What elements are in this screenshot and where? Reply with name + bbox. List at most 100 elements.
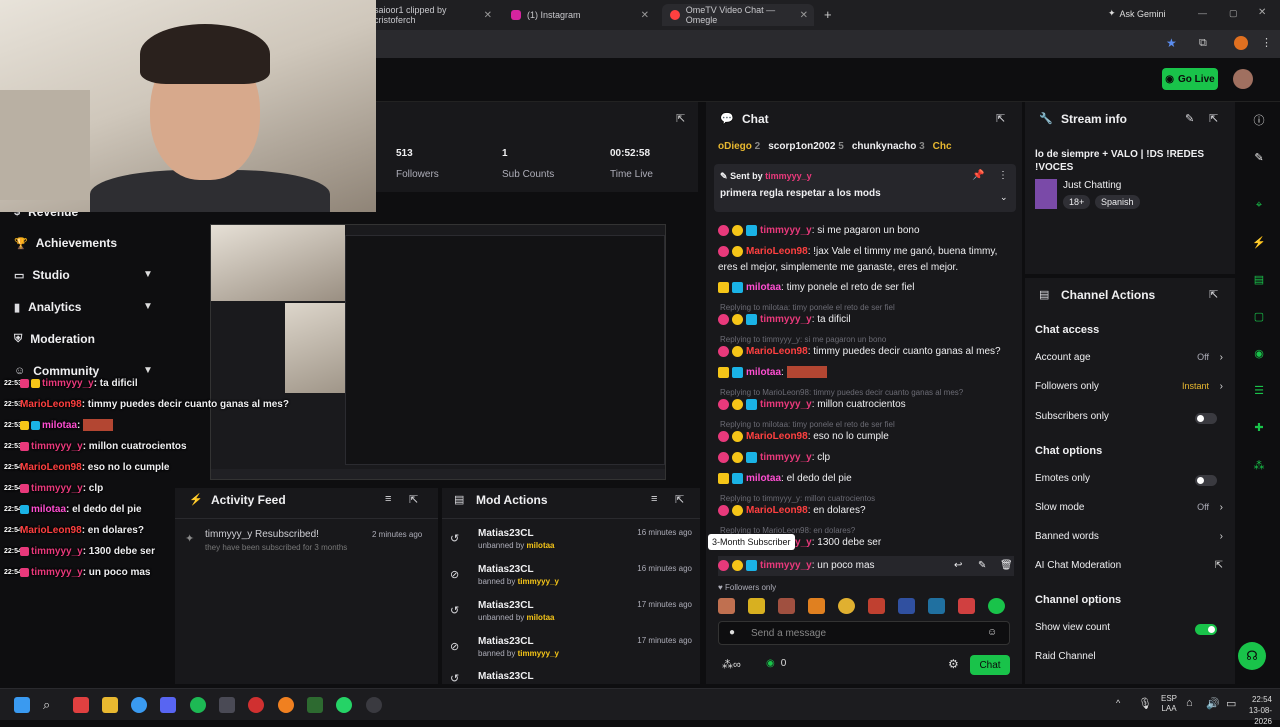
list-item[interactable]: ⊘ Matias23CL banned by timmyyy_y 17 minu… [450,636,694,668]
points-icon[interactable]: ⁂∞ [722,658,741,671]
emote-icon[interactable] [748,598,765,614]
chrome-icon[interactable] [131,697,147,713]
volume-icon[interactable]: 🔊 [1206,697,1220,710]
chat-message[interactable]: timmyyy_y: ta dificil [718,312,1014,328]
crosshair-icon[interactable]: ⌖ [1251,197,1267,213]
community-icon[interactable]: ⁂ [1251,457,1267,473]
banned-words-row[interactable]: Banned words › [1035,531,1225,549]
chevron-down-icon[interactable]: ▼ [143,301,153,312]
chevron-up-icon[interactable]: ^ [1116,698,1120,708]
wrench-icon[interactable]: ✚ [1251,419,1267,435]
microphone-icon[interactable]: 🎙 [1138,697,1152,710]
tab-instagram[interactable]: (1) Instagram ✕ [503,4,655,26]
emote-icon[interactable] [868,598,885,614]
raid-channel-row[interactable]: Raid Channel [1035,651,1225,669]
tab-clip[interactable]: saioor1 clipped by cristoferch ✕ [366,4,498,26]
list-item[interactable]: ⊘ Matias23CL banned by timmyyy_y 16 minu… [450,564,694,596]
chat-input[interactable]: ● Send a message ☺ [718,621,1010,645]
subscribers-only-toggle[interactable] [1195,413,1217,424]
clock[interactable]: 22:54 13-08-2026 [1232,694,1272,727]
unpin-icon[interactable]: 📌 [972,170,984,181]
close-icon[interactable]: ✕ [484,10,492,21]
settings-icon[interactable] [219,697,235,713]
list-item[interactable]: ↺ Matias23CL [450,671,694,684]
followers-only-row[interactable]: Followers only Instant › [1035,381,1225,399]
bookmark-star-icon[interactable]: ★ [1166,36,1177,50]
close-icon[interactable]: ✕ [641,10,649,21]
emoji-icon[interactable]: ☺ [987,627,997,638]
pencil-icon[interactable]: ✎ [1251,149,1267,165]
close-icon[interactable]: ✕ [800,10,808,21]
folder-icon[interactable] [102,697,118,713]
filter-icon[interactable]: ≡ [385,493,391,505]
pin-icon[interactable]: ✎ [978,558,986,574]
emote-icon[interactable] [928,598,945,614]
emote-icon[interactable] [958,598,975,614]
maximize-icon[interactable]: ▢ [1229,8,1238,19]
sidebar-item-analytics[interactable]: ▮ Analytics [14,297,81,317]
app-icon[interactable] [248,697,264,713]
top-chatter[interactable]: scorp1on2002 5 [768,141,844,155]
emote-icon[interactable] [808,598,825,614]
sidebar-item-achievements[interactable]: 🏆 Achievements [14,233,117,253]
headset-icon[interactable]: ☊ [1238,642,1266,670]
chat-message[interactable]: milotaa: el dedo del pie [718,471,1014,487]
emote-icon[interactable] [988,598,1005,614]
filter-icon[interactable]: ≡ [651,493,657,505]
chat-message[interactable]: MarioLeon98: !jax Vale el timmy me ganó,… [718,244,1014,276]
chat-message[interactable]: timmyyy_y: un poco mas ↩ ✎ 🗑 [718,556,1014,576]
spotify-icon[interactable] [190,697,206,713]
popout-icon[interactable]: ⇱ [1209,288,1218,301]
chat-message[interactable]: milotaa: [718,365,1014,381]
chat-message[interactable]: timmyyy_y: clp [718,450,1014,466]
emote-icon[interactable] [778,598,795,614]
window-close-icon[interactable]: ✕ [1258,7,1266,18]
network-icon[interactable]: ⌂ [1186,697,1193,709]
chevron-down-icon[interactable]: ⌄ [1000,192,1008,203]
popout-icon[interactable]: ⇱ [409,493,418,506]
chat-message[interactable]: timmyyy_y: millon cuatrocientos [718,397,1014,413]
info-icon[interactable]: ⓘ [1251,112,1267,128]
slow-mode-row[interactable]: Slow mode Off › [1035,502,1225,520]
top-chatter[interactable]: Chc [933,141,952,155]
popout-icon[interactable]: ⇱ [1209,112,1218,125]
discord-icon[interactable] [160,697,176,713]
obs-icon[interactable] [366,697,382,713]
reply-icon[interactable]: ↩ [954,558,962,574]
emotes-only-toggle[interactable] [1195,475,1217,486]
chevron-down-icon[interactable]: ▼ [143,269,153,280]
show-view-count-toggle[interactable] [1195,624,1217,635]
popout-icon[interactable]: ⇱ [675,493,684,506]
document-icon[interactable]: ▤ [1251,271,1267,287]
account-age-row[interactable]: Account age Off › [1035,352,1225,370]
profile-icon[interactable] [1234,36,1248,50]
chat-message[interactable]: MarioLeon98: timmy puedes decir cuanto g… [718,344,1014,360]
new-tab-button[interactable]: + [824,7,832,22]
emote-icon[interactable] [718,598,735,614]
menu-kebab-icon[interactable]: ⋮ [1261,36,1272,49]
pencil-icon[interactable]: ✎ [1185,112,1194,125]
app-icon[interactable] [307,697,323,713]
ask-gemini-button[interactable]: ✦ Ask Gemini [1108,8,1166,19]
chat-icon[interactable]: ▢ [1251,308,1267,324]
whatsapp-icon[interactable] [336,697,352,713]
chat-message[interactable]: timmyyy_y: si me pagaron un bono [718,223,1014,239]
chat-message[interactable]: MarioLeon98: eso no lo cumple [718,429,1014,445]
popout-icon[interactable]: ⇱ [676,112,685,125]
go-live-button[interactable]: ◉ Go Live [1162,68,1218,90]
list-item[interactable]: ↺ Matias23CL unbanned by milotaa 16 minu… [450,528,694,560]
top-chatter[interactable]: chunkynacho 3 [852,141,925,155]
gear-icon[interactable]: ⚙ [948,657,959,671]
top-chatter[interactable]: oDiego 2 [718,141,760,155]
menu-kebab-icon[interactable]: ⋮ [998,170,1008,181]
language-indicator[interactable]: ESP LAA [1161,694,1177,714]
emote-icon[interactable] [838,598,855,614]
avatar[interactable] [1233,69,1253,89]
firefox-icon[interactable] [278,697,294,713]
broadcast-icon[interactable]: ◉ [1251,345,1267,361]
delete-icon[interactable]: 🗑 [1000,558,1013,574]
list-item[interactable]: ↺ Matias23CL unbanned by milotaa 17 minu… [450,600,694,632]
windows-icon[interactable] [14,697,30,713]
popout-icon[interactable]: ⇱ [996,112,1005,125]
sidebar-item-studio[interactable]: ▭ Studio [14,265,70,285]
